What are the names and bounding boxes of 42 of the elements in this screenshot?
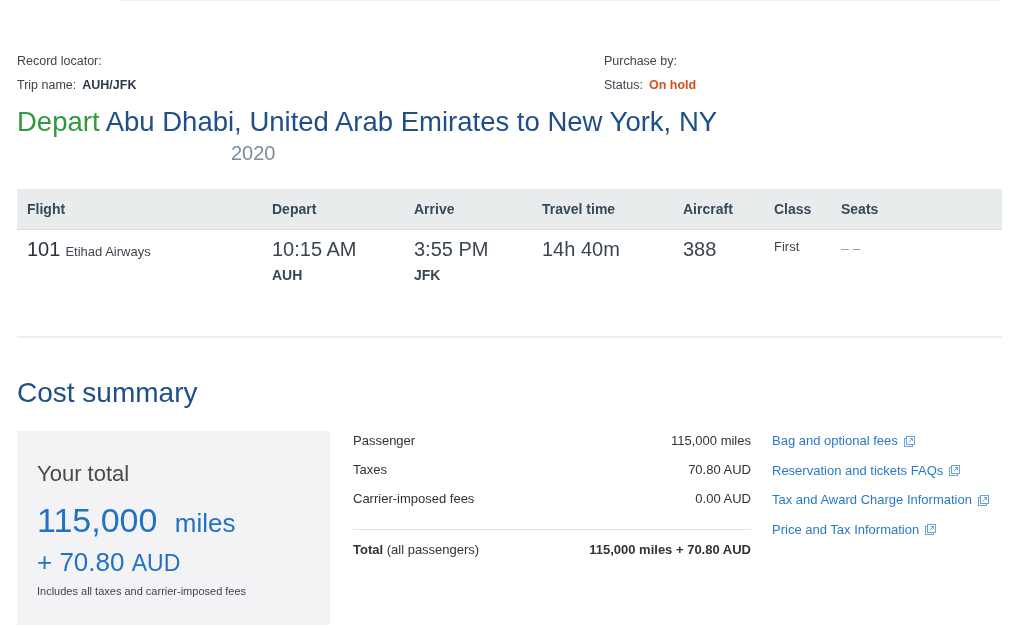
section-title: Cost summary: [17, 377, 198, 409]
total-note: Includes all taxes and carrier-imposed fees: [37, 584, 247, 598]
breakdown-label: Carrier-imposed fees: [353, 490, 475, 508]
breakdown-amount: 70.80 AUD: [688, 461, 751, 479]
total-cash: + 70.80 AUD: [37, 547, 181, 578]
column-header: Flight: [27, 201, 66, 217]
column-header: Aircraft: [683, 201, 733, 217]
arrival-airport: JFK: [414, 266, 441, 284]
travel-time: 14h 40m: [542, 237, 620, 261]
airline-name: Etihad Airways: [65, 244, 151, 259]
breakdown-amount: 0.00 AUD: [695, 490, 751, 508]
total-label: Your total: [37, 461, 130, 487]
total-amount: 115,000 miles + 70.80 AUD: [589, 541, 751, 559]
status-text: On hold: [648, 77, 697, 93]
help-link[interactable]: Bag and optional fees: [772, 431, 915, 451]
total-miles: 115,000 miles: [37, 500, 236, 541]
trip-name: AUH/JFK: [82, 77, 137, 93]
column-header: Travel time: [542, 201, 616, 217]
aircraft-type: 388: [683, 237, 717, 261]
column-header: Seats: [841, 201, 879, 217]
total-label: Total (all passengers): [353, 541, 480, 559]
column-header: Depart: [272, 201, 317, 217]
meta-label: Record locator:: [17, 53, 103, 69]
arrival-time: 3:55 PM: [414, 237, 489, 261]
column-header: Arrive: [414, 201, 455, 217]
trip-date: 2020: [231, 141, 276, 165]
meta-label: Purchase by:: [604, 53, 678, 69]
help-link[interactable]: Tax and Award Charge Information: [772, 490, 989, 510]
help-link[interactable]: Reservation and tickets FAQs: [772, 460, 961, 481]
trip-heading: Depart Abu Dhabi, United Arab Emirates to New York, NY: [17, 107, 718, 137]
breakdown-label: Passenger: [353, 432, 416, 450]
departure-time: 10:15 AM: [272, 237, 357, 261]
meta-label: Status:: [604, 77, 643, 93]
flight-number: 101: [27, 237, 61, 261]
breakdown-amount: 115,000 miles: [671, 432, 751, 450]
column-header: Class: [774, 201, 812, 217]
cabin-class: First: [774, 239, 800, 254]
meta-label: Trip name:: [17, 77, 77, 93]
seat-assignment: – –: [841, 240, 861, 256]
help-link[interactable]: Price and Tax Information: [772, 519, 937, 540]
breakdown-label: Taxes: [353, 461, 387, 479]
departure-airport: AUH: [272, 266, 303, 284]
